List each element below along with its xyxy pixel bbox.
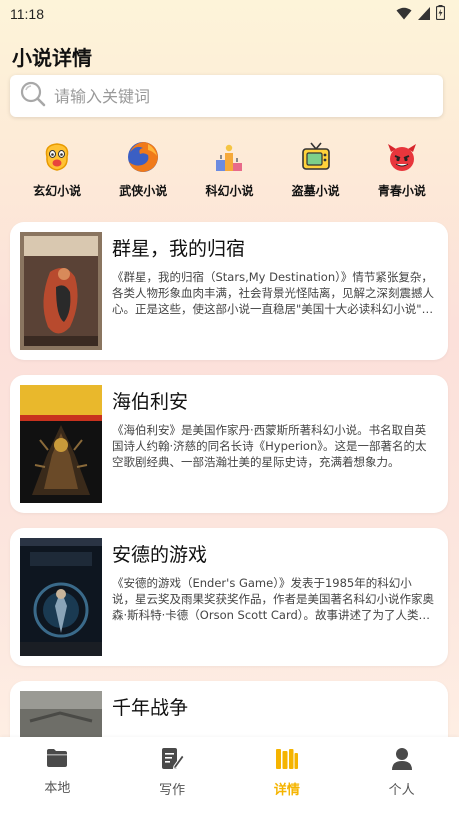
page-title: 小说详情 (12, 46, 92, 70)
category-label: 青春小说 (377, 184, 426, 198)
bottom-nav: 本地 写作 详情 个人 (0, 737, 459, 816)
category-qingchun[interactable]: 青春小说 (362, 140, 442, 202)
book-card[interactable]: 安德的游戏 《安德的游戏（Ender's Game）》发表于1985年的科幻小说… (10, 528, 448, 666)
category-label: 武侠小说 (119, 184, 168, 198)
category-row: 玄幻小说 武侠小说 科幻小说 盗墓小说 青春小说 (0, 140, 459, 202)
book-cover-image (20, 691, 102, 741)
podium-icon (212, 140, 246, 174)
book-cover-image (20, 538, 102, 656)
nav-label: 本地 (44, 781, 71, 796)
nav-label: 个人 (388, 783, 415, 798)
search-icon (20, 81, 46, 111)
folder-icon (46, 747, 68, 773)
book-card[interactable]: 海伯利安 《海伯利安》是美国作家丹·西蒙斯所著科幻小说。书名取自英国诗人约翰·济… (10, 375, 448, 513)
book-title: 千年战争 (112, 697, 189, 719)
battery-icon (435, 4, 446, 24)
tv-icon (299, 140, 333, 174)
book-cover-image (20, 385, 102, 503)
book-card[interactable]: 千年战争 (10, 681, 448, 741)
book-cover-image (20, 232, 102, 350)
category-xuanhuan[interactable]: 玄幻小说 (17, 140, 97, 202)
emoji-face-icon (40, 140, 74, 174)
category-kehuan[interactable]: 科幻小说 (189, 140, 269, 202)
category-daomu[interactable]: 盗墓小说 (276, 140, 356, 202)
devil-face-icon (385, 140, 419, 174)
write-icon (160, 747, 185, 775)
nav-details[interactable]: 详情 (247, 747, 327, 816)
book-description: 《安德的游戏（Ender's Game）》发表于1985年的科幻小说，星云奖及雨… (112, 576, 434, 622)
nav-label: 详情 (273, 783, 300, 798)
book-title: 海伯利安 (112, 391, 189, 413)
book-description: 《群星，我的归宿（Stars,My Destination）》情节紧张复杂，各类… (112, 270, 434, 316)
nav-write[interactable]: 写作 (132, 747, 212, 816)
nav-label: 写作 (159, 783, 186, 798)
book-card[interactable]: 群星，我的归宿 《群星，我的归宿（Stars,My Destination）》情… (10, 222, 448, 360)
book-title: 群星，我的归宿 (112, 238, 246, 260)
category-label: 盗墓小说 (291, 184, 340, 198)
book-description: 《海伯利安》是美国作家丹·西蒙斯所著科幻小说。书名取自英国诗人约翰·济慈的同名长… (112, 423, 427, 469)
person-icon (391, 747, 413, 775)
firefox-globe-icon (126, 140, 160, 174)
wifi-icon (396, 5, 412, 24)
status-icons (396, 4, 446, 24)
nav-local[interactable]: 本地 (17, 747, 97, 816)
category-label: 玄幻小说 (33, 184, 82, 198)
status-bar: 11:18 (0, 0, 459, 28)
status-time: 11:18 (10, 6, 44, 22)
search-bar[interactable] (10, 75, 443, 117)
book-title: 安德的游戏 (112, 544, 208, 566)
category-label: 科幻小说 (205, 184, 254, 198)
category-wuxia[interactable]: 武侠小说 (103, 140, 183, 202)
signal-icon (418, 5, 430, 24)
search-input[interactable] (54, 86, 414, 106)
nav-profile[interactable]: 个人 (362, 747, 442, 816)
books-icon (275, 747, 299, 775)
